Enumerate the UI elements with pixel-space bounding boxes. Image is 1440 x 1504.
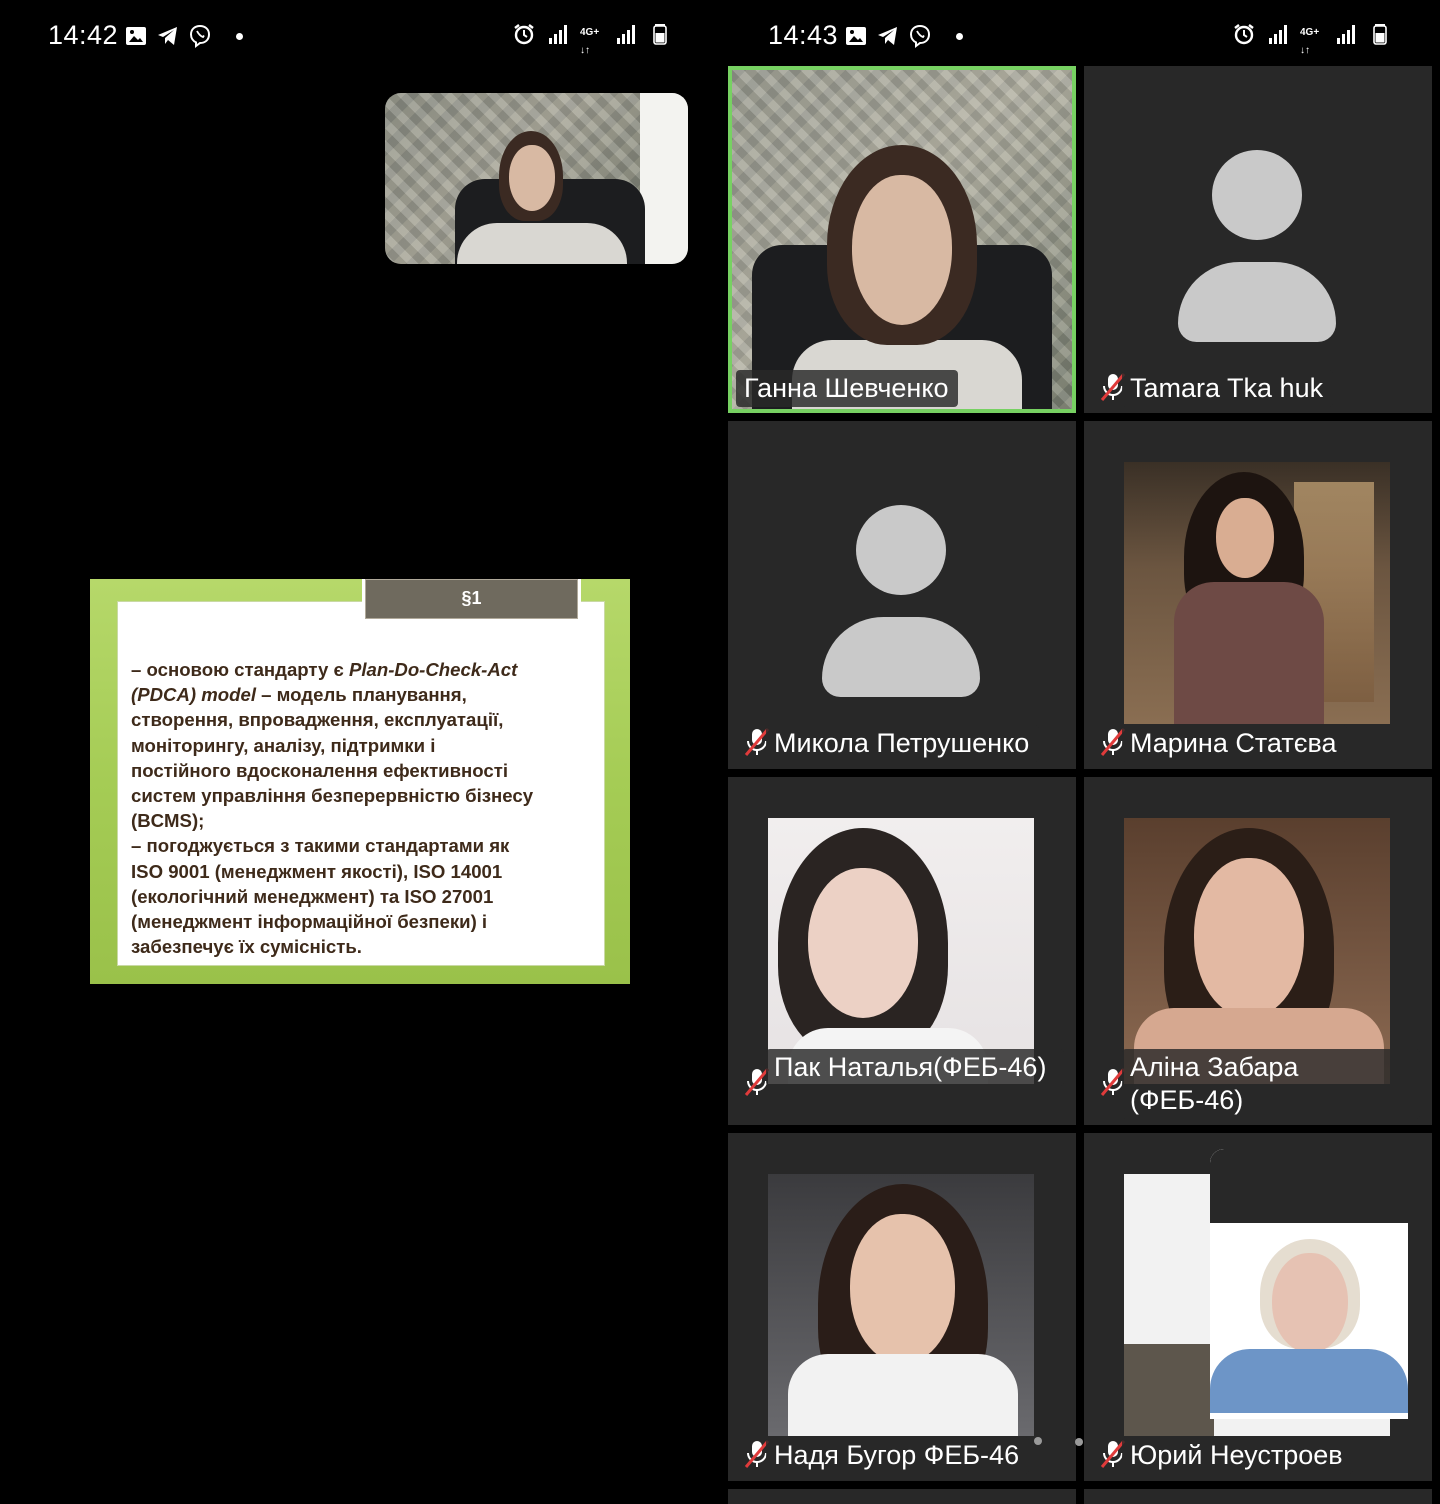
slide-line: (менеджмент інформаційної безпеки) і: [131, 911, 488, 933]
slide-line: систем управління безперервністю бізнесу: [131, 785, 534, 807]
status-bar: 14:42 4G+ ↓↑: [0, 0, 720, 72]
more-notifications-dot: [236, 32, 243, 40]
participant-tile-partial[interactable]: [728, 1489, 1076, 1504]
participant-tile[interactable]: Ганна Шевченко: [728, 66, 1076, 413]
battery-icon: [1373, 24, 1387, 45]
slide-line: – погоджується з такими стандартами як: [131, 835, 510, 857]
viber-icon: [909, 24, 931, 48]
participant-name: Надя Бугор ФЕБ-46: [766, 1437, 1030, 1474]
participant-tile[interactable]: Надя Бугор ФЕБ-46: [728, 1133, 1076, 1481]
left-phone-screen: 14:42 4G+ ↓↑ §1 – основою стандарту є Pla…: [0, 0, 720, 1504]
notification-icons: [844, 24, 963, 48]
avatar-placeholder-icon: [856, 505, 946, 595]
4g-data-icon: 4G+ ↓↑: [1300, 27, 1320, 56]
status-time: 14:43: [768, 20, 839, 50]
slide-line: (PDCA) model – модель планування,: [131, 684, 467, 706]
participant-name: Ганна Шевченко: [736, 370, 959, 407]
self-view-video[interactable]: [385, 93, 688, 264]
telegram-icon: [158, 27, 177, 45]
signal-icon: [549, 25, 567, 44]
participant-tile[interactable]: Юрий Неустроев: [1084, 1133, 1432, 1481]
participant-tile[interactable]: Микола Петрушенко: [728, 421, 1076, 769]
status-time: 14:42: [48, 20, 119, 50]
participant-name: Марина Статєва: [1122, 725, 1347, 762]
battery-icon: [653, 24, 667, 45]
slide-line: (екологічний менеджмент) та ISO 27001: [131, 885, 494, 907]
notification-icons: [124, 24, 243, 48]
participant-photo: [1124, 462, 1390, 724]
participant-name: Аліна Забара (ФЕБ-46): [1122, 1049, 1420, 1119]
status-bar: 14:43 4G+ ↓↑: [720, 0, 1440, 72]
4g-data-icon: 4G+ ↓↑: [580, 27, 600, 56]
participant-tile-partial[interactable]: [1084, 1489, 1432, 1504]
slide-line: постійного вдосконалення ефективності: [131, 759, 508, 781]
participant-tile[interactable]: Tamara Tka huk: [1084, 66, 1432, 413]
participant-name: Пак Наталья(ФЕБ-46): [766, 1049, 1064, 1086]
avatar-placeholder-icon: [1212, 150, 1302, 240]
participant-video: [732, 70, 1072, 409]
participant-photo: [768, 1174, 1034, 1436]
page-indicator-dot: [1075, 1438, 1083, 1446]
slide-line: – основою стандарту є Plan-Do-Check-Act: [131, 659, 518, 680]
more-notifications-dot: [956, 32, 963, 40]
slide-line: забезпечує їх сумісність.: [131, 936, 362, 958]
shared-presentation-slide[interactable]: §1 – основою стандарту є Plan-Do-Check-A…: [90, 579, 630, 984]
participant-name: Юрий Неустроев: [1122, 1437, 1353, 1474]
slide-line: моніторингу, аналізу, підтримки і: [131, 734, 436, 756]
participant-photo: [768, 818, 1034, 1084]
system-icons: 4G+ ↓↑: [512, 22, 672, 56]
participant-tile[interactable]: Пак Наталья(ФЕБ-46): [728, 777, 1076, 1125]
slide-section-tab: §1: [362, 579, 581, 622]
slide-line: (BCMS);: [131, 810, 205, 832]
signal-icon: [617, 25, 635, 44]
system-icons: 4G+ ↓↑: [1232, 22, 1392, 56]
image-icon: [846, 27, 866, 45]
viber-icon: [189, 24, 211, 48]
right-phone-screen: 14:43 4G+ ↓↑ Ганна Шевченко Tamara Tka h…: [720, 0, 1440, 1504]
slide-body-text: – основою стандарту є Plan-Do-Check-Act …: [131, 657, 601, 959]
shared-profile-photo: [1210, 1149, 1408, 1419]
slide-line: створення, впровадження, експлуатації,: [131, 709, 504, 731]
participant-tile[interactable]: Марина Статєва: [1084, 421, 1432, 769]
participant-name: Микола Петрушенко: [766, 725, 1040, 762]
telegram-icon: [878, 27, 897, 45]
participant-tile[interactable]: Аліна Забара (ФЕБ-46): [1084, 777, 1432, 1125]
alarm-icon: [1234, 24, 1254, 45]
slide-line: ISO 9001 (менеджмент якості), ISO 14001: [131, 860, 503, 882]
participant-photo: [1124, 818, 1390, 1084]
signal-icon: [1337, 25, 1355, 44]
page-indicator-dot: [1034, 1437, 1042, 1445]
participant-name: Tamara Tka huk: [1122, 370, 1334, 407]
signal-icon: [1269, 25, 1287, 44]
image-icon: [126, 27, 146, 45]
alarm-icon: [514, 24, 534, 45]
